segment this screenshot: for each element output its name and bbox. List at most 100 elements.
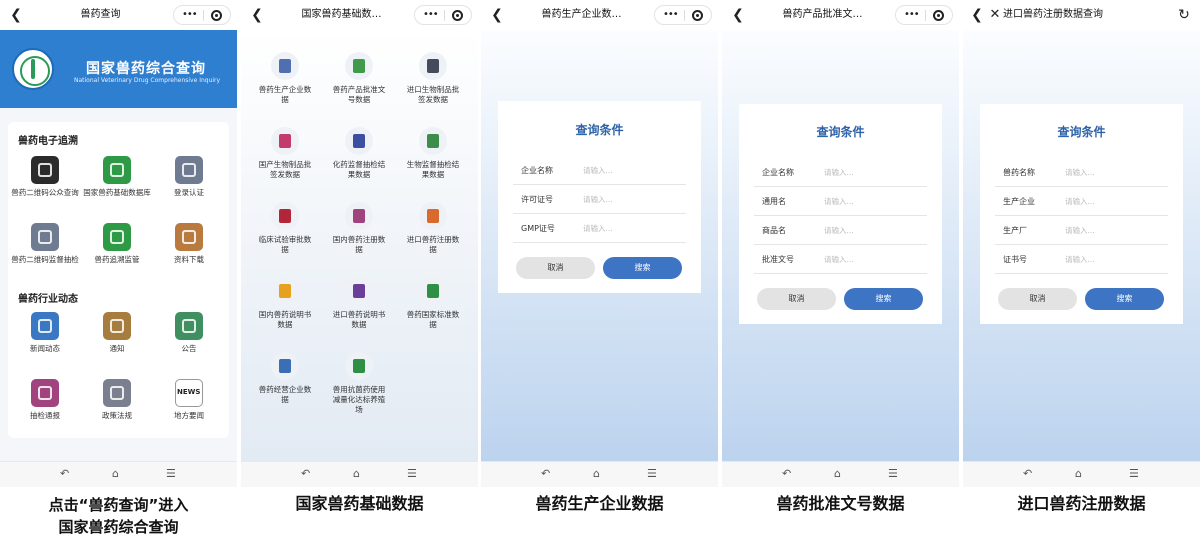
query-field-input[interactable]: 请输入... [824,254,854,265]
menu-nav-icon[interactable]: ☰ [647,467,657,481]
home-nav-icon[interactable]: ⌂ [353,467,360,481]
query-field-input[interactable]: 请输入... [583,165,613,176]
cancel-button[interactable]: 取消 [757,288,836,310]
refresh-icon[interactable]: ↻ [1176,6,1192,24]
close-target-icon[interactable] [211,10,222,21]
grid-item[interactable]: 国家兽药基础数据库 [82,156,152,198]
back-nav-icon[interactable]: ↶ [541,467,550,481]
data-category-item[interactable]: 国内兽药说明书数据 [258,277,312,330]
query-field-input[interactable]: 请输入... [1065,167,1095,178]
mini-program-capsule[interactable]: ••• [414,5,472,25]
home-nav-icon[interactable]: ⌂ [1075,467,1082,481]
back-icon[interactable]: ❮ [969,6,985,24]
more-icon[interactable]: ••• [423,6,439,24]
home-nav-icon[interactable]: ⌂ [834,467,841,481]
register-icon [345,202,373,230]
printer-icon [31,379,59,407]
back-icon[interactable]: ❮ [730,6,746,24]
notice-board-icon [103,312,131,340]
grid-item-label: 登录认证 [174,188,204,197]
query-field-input[interactable]: 请输入... [583,194,613,205]
close-icon[interactable]: ✕ [987,6,1003,24]
home-nav-icon[interactable]: ⌂ [593,467,600,481]
query-title: 查询条件 [816,125,865,139]
grid-item[interactable]: 资料下载 [154,223,224,265]
query-field-row[interactable]: 批准文号 请输入... [754,245,927,274]
grid-item[interactable]: 兽药追溯监管 [82,223,152,265]
query-field-row[interactable]: 通用名 请输入... [754,187,927,216]
query-field-input[interactable]: 请输入... [824,167,854,178]
close-target-icon[interactable] [692,10,703,21]
query-field-row[interactable]: 许可证号 请输入... [513,185,686,214]
data-category-item[interactable]: 兽药产品批准文号数据 [332,52,386,105]
close-target-icon[interactable] [452,10,463,21]
query-field-input[interactable]: 请输入... [824,225,854,236]
mini-program-capsule[interactable]: ••• [895,5,953,25]
data-category-item[interactable]: 进口兽药说明书数据 [332,277,386,330]
back-nav-icon[interactable]: ↶ [782,467,791,481]
grid-item-label: 新闻动态 [30,344,60,353]
query-field-input[interactable]: 请输入... [1065,254,1095,265]
mini-program-capsule[interactable]: ••• [654,5,712,25]
caption: 进口兽药注册数据 [1017,494,1146,513]
home-nav-icon[interactable]: ⌂ [112,467,119,481]
query-field-input[interactable]: 请输入... [824,196,854,207]
cancel-button[interactable]: 取消 [516,257,595,279]
more-icon[interactable]: ••• [663,6,679,24]
menu-nav-icon[interactable]: ☰ [1129,467,1139,481]
clipboard-check-icon [419,52,447,80]
mini-program-capsule[interactable]: ••• [173,5,231,25]
cancel-button[interactable]: 取消 [998,288,1077,310]
query-field-row[interactable]: 商品名 请输入... [754,216,927,245]
grid-item[interactable]: NEWS 地方要闻 [154,379,224,421]
menu-nav-icon[interactable]: ☰ [166,467,176,481]
search-button[interactable]: 搜索 [844,288,923,310]
menu-nav-icon[interactable]: ☰ [407,467,417,481]
data-category-item[interactable]: 化药监督抽检结果数据 [332,127,386,180]
data-category-item[interactable]: 进口生物制品批签发数据 [406,52,460,105]
grid-item[interactable]: 登录认证 [154,156,224,198]
data-category-item[interactable]: 生物监督抽检结果数据 [406,127,460,180]
grid-item[interactable]: 兽药二维码监督抽检 [10,223,80,265]
menu-nav-icon[interactable]: ☰ [888,467,898,481]
query-field-input[interactable]: 请输入... [1065,225,1095,236]
query-field-input[interactable]: 请输入... [583,223,613,234]
search-button[interactable]: 搜索 [1085,288,1164,310]
query-field-row[interactable]: 生产厂 请输入... [995,216,1168,245]
grid-item[interactable]: 抽检通报 [10,379,80,421]
home-card: 兽药电子追溯 兽药二维码公众查询 国家兽药基础数据库 登录认证 兽药二维码监督抽检 兽药… [8,122,229,438]
grid-item[interactable]: 通知 [82,312,152,354]
system-nav-bar: ↶ ⌂ ☰ [481,461,718,487]
query-field-row[interactable]: 兽药名称 请输入... [995,158,1168,187]
back-nav-icon[interactable]: ↶ [301,467,310,481]
back-icon[interactable]: ❮ [8,6,24,24]
users-icon [175,156,203,184]
data-category-item[interactable]: 国产生物制品批签发数据 [258,127,312,180]
data-category-item[interactable]: 兽药国家标准数据 [406,277,460,330]
query-field-row[interactable]: 企业名称 请输入... [513,156,686,185]
query-field-row[interactable]: 企业名称 请输入... [754,158,927,187]
more-icon[interactable]: ••• [182,6,198,24]
back-nav-icon[interactable]: ↶ [60,467,69,481]
syringe-icon [419,127,447,155]
query-field-row[interactable]: GMP证号 请输入... [513,214,686,243]
close-target-icon[interactable] [933,10,944,21]
grid-item[interactable]: 公告 [154,312,224,354]
back-icon[interactable]: ❮ [249,6,265,24]
data-category-item[interactable]: 进口兽药注册数据 [406,202,460,255]
query-field-row[interactable]: 证书号 请输入... [995,245,1168,274]
grid-item[interactable]: 新闻动态 [10,312,80,354]
back-icon[interactable]: ❮ [489,6,505,24]
data-category-item[interactable]: 国内兽药注册数据 [332,202,386,255]
data-category-item[interactable]: 兽药经营企业数据 [258,352,312,405]
data-category-item[interactable]: 兽药生产企业数据 [258,52,312,105]
grid-item[interactable]: 政策法规 [82,379,152,421]
data-category-item[interactable]: 临床试验审批数据 [258,202,312,255]
data-category-item[interactable]: 兽用抗菌药使用减量化达标养殖场 [332,352,386,415]
more-icon[interactable]: ••• [904,6,920,24]
search-button[interactable]: 搜索 [603,257,682,279]
query-field-input[interactable]: 请输入... [1065,196,1095,207]
grid-item[interactable]: 兽药二维码公众查询 [10,156,80,198]
query-field-row[interactable]: 生产企业 请输入... [995,187,1168,216]
back-nav-icon[interactable]: ↶ [1023,467,1032,481]
